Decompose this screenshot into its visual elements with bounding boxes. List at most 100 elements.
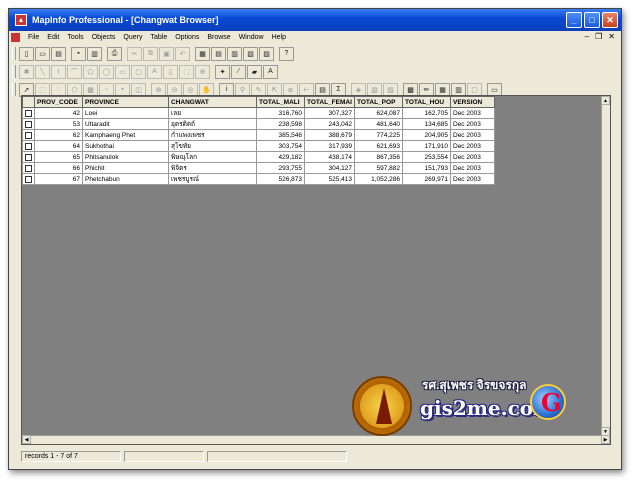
open-workspace-icon[interactable]: ▤ [51, 46, 66, 61]
menu-objects[interactable]: Objects [88, 34, 120, 41]
table-cell[interactable]: 253,554 [402, 151, 451, 163]
column-header[interactable]: VERSION [450, 96, 495, 108]
menu-table[interactable]: Table [146, 34, 171, 41]
menu-tools[interactable]: Tools [63, 34, 87, 41]
table-cell[interactable]: 65 [34, 151, 83, 163]
row-checkbox[interactable] [25, 164, 32, 172]
table-cell[interactable]: 481,640 [354, 118, 403, 130]
row-checkbox[interactable] [25, 153, 32, 161]
document-icon[interactable] [11, 33, 20, 42]
menu-window[interactable]: Window [235, 34, 268, 41]
table-row[interactable]: 42 Loei เลย 316,760 307,327 624,087 162,… [22, 107, 495, 119]
table-row[interactable]: 67 Phetchabun เพชรบูรณ์ 526,873 525,413 … [22, 173, 495, 185]
copy-icon[interactable]: ⧉ [143, 46, 158, 61]
table-cell[interactable]: อุตรดิตถ์ [168, 118, 257, 130]
scroll-up-icon[interactable]: ▲ [601, 96, 610, 105]
table-cell[interactable]: Dec 2003 [450, 118, 495, 130]
menu-help[interactable]: Help [268, 34, 290, 41]
table-cell[interactable]: Dec 2003 [450, 140, 495, 152]
table-cell[interactable]: Phetchabun [82, 173, 169, 185]
row-picker[interactable] [22, 162, 35, 174]
column-header[interactable]: TOTAL_FEMAI [304, 96, 355, 108]
row-picker[interactable] [22, 140, 35, 152]
new-mapper-icon[interactable]: ▦ [195, 46, 210, 61]
child-minimize-button[interactable]: – [585, 32, 589, 41]
title-bar[interactable]: ▲ MapInfo Professional - [Changwat Brows… [9, 9, 621, 31]
table-row[interactable]: 65 Phitsanulok พิษณุโลก 429,182 438,174 … [22, 151, 495, 163]
close-button[interactable]: ✕ [602, 12, 618, 28]
table-cell[interactable]: 66 [34, 162, 83, 174]
region-style-icon[interactable]: ▰ [247, 64, 262, 79]
table-cell[interactable]: 204,905 [402, 129, 451, 141]
column-header[interactable]: PROVINCE [82, 96, 169, 108]
row-picker[interactable] [22, 173, 35, 185]
column-header[interactable]: TOTAL_MALI [256, 96, 305, 108]
ellipse-icon[interactable]: ◯ [99, 64, 114, 79]
toolbar-grip[interactable] [12, 47, 16, 60]
row-picker[interactable] [22, 151, 35, 163]
rectangle-icon[interactable]: ▭ [115, 64, 130, 79]
text-icon[interactable]: A [147, 64, 162, 79]
polygon-icon[interactable]: ⬠ [83, 64, 98, 79]
table-cell[interactable]: 171,910 [402, 140, 451, 152]
table-cell[interactable]: 429,182 [256, 151, 305, 163]
table-cell[interactable]: 293,755 [256, 162, 305, 174]
table-row[interactable]: 66 Phichit พิจิตร 293,755 304,127 597,88… [22, 162, 495, 174]
table-cell[interactable]: Uttaradit [82, 118, 169, 130]
table-cell[interactable]: 388,679 [304, 129, 355, 141]
menu-file[interactable]: File [24, 34, 43, 41]
save-workspace-icon[interactable]: ▥ [87, 46, 102, 61]
table-cell[interactable]: Dec 2003 [450, 129, 495, 141]
table-cell[interactable]: Sukhothai [82, 140, 169, 152]
add-node-icon[interactable]: ⊕ [195, 64, 210, 79]
row-picker[interactable] [22, 107, 35, 119]
table-cell[interactable]: Loei [82, 107, 169, 119]
table-cell[interactable]: Phitsanulok [82, 151, 169, 163]
table-cell[interactable]: Dec 2003 [450, 173, 495, 185]
table-cell[interactable]: 385,546 [256, 129, 305, 141]
table-cell[interactable]: 304,127 [304, 162, 355, 174]
column-header[interactable]: TOTAL_POP [354, 96, 403, 108]
table-cell[interactable]: 134,685 [402, 118, 451, 130]
table-cell[interactable]: 243,042 [304, 118, 355, 130]
table-cell[interactable]: 42 [34, 107, 83, 119]
toolbar-grip[interactable] [12, 83, 16, 96]
menu-edit[interactable]: Edit [43, 34, 63, 41]
row-checkbox[interactable] [25, 175, 32, 183]
table-cell[interactable]: พิษณุโลก [168, 151, 257, 163]
row-checkbox[interactable] [25, 131, 32, 139]
new-redistrict-icon[interactable]: ▨ [259, 46, 274, 61]
child-close-button[interactable]: ✕ [608, 32, 615, 41]
column-header[interactable]: TOTAL_HOU [402, 96, 451, 108]
row-checkbox[interactable] [25, 142, 32, 150]
symbol-style-icon[interactable]: ✦ [215, 64, 230, 79]
table-cell[interactable]: 53 [34, 118, 83, 130]
table-cell[interactable]: เลย [168, 107, 257, 119]
table-cell[interactable]: 307,327 [304, 107, 355, 119]
table-cell[interactable]: Kamphaeng Phet [82, 129, 169, 141]
new-icon[interactable]: ▯ [19, 46, 34, 61]
text-style-icon[interactable]: A [263, 64, 278, 79]
table-cell[interactable]: 162,705 [402, 107, 451, 119]
table-cell[interactable]: 316,760 [256, 107, 305, 119]
arc-icon[interactable]: ⌒ [67, 64, 82, 79]
row-checkbox[interactable] [25, 120, 32, 128]
table-cell[interactable]: 67 [34, 173, 83, 185]
table-cell[interactable]: 597,882 [354, 162, 403, 174]
table-cell[interactable]: 269,971 [402, 173, 451, 185]
new-browser-icon[interactable]: ▤ [211, 46, 226, 61]
help-icon[interactable]: ? [279, 46, 294, 61]
table-row[interactable]: 62 Kamphaeng Phet กำแพงเพชร 385,546 388,… [22, 129, 495, 141]
mapinfo-app-icon[interactable]: ▲ [15, 14, 27, 26]
table-cell[interactable]: 774,225 [354, 129, 403, 141]
table-cell[interactable]: 62 [34, 129, 83, 141]
menu-options[interactable]: Options [171, 34, 203, 41]
new-grapher-icon[interactable]: ▥ [227, 46, 242, 61]
table-cell[interactable]: 317,939 [304, 140, 355, 152]
row-picker[interactable] [22, 129, 35, 141]
menu-browse[interactable]: Browse [203, 34, 234, 41]
table-cell[interactable]: Dec 2003 [450, 162, 495, 174]
line-style-icon[interactable]: ∕ [231, 64, 246, 79]
table-cell[interactable]: 151,793 [402, 162, 451, 174]
table-cell[interactable]: Dec 2003 [450, 151, 495, 163]
